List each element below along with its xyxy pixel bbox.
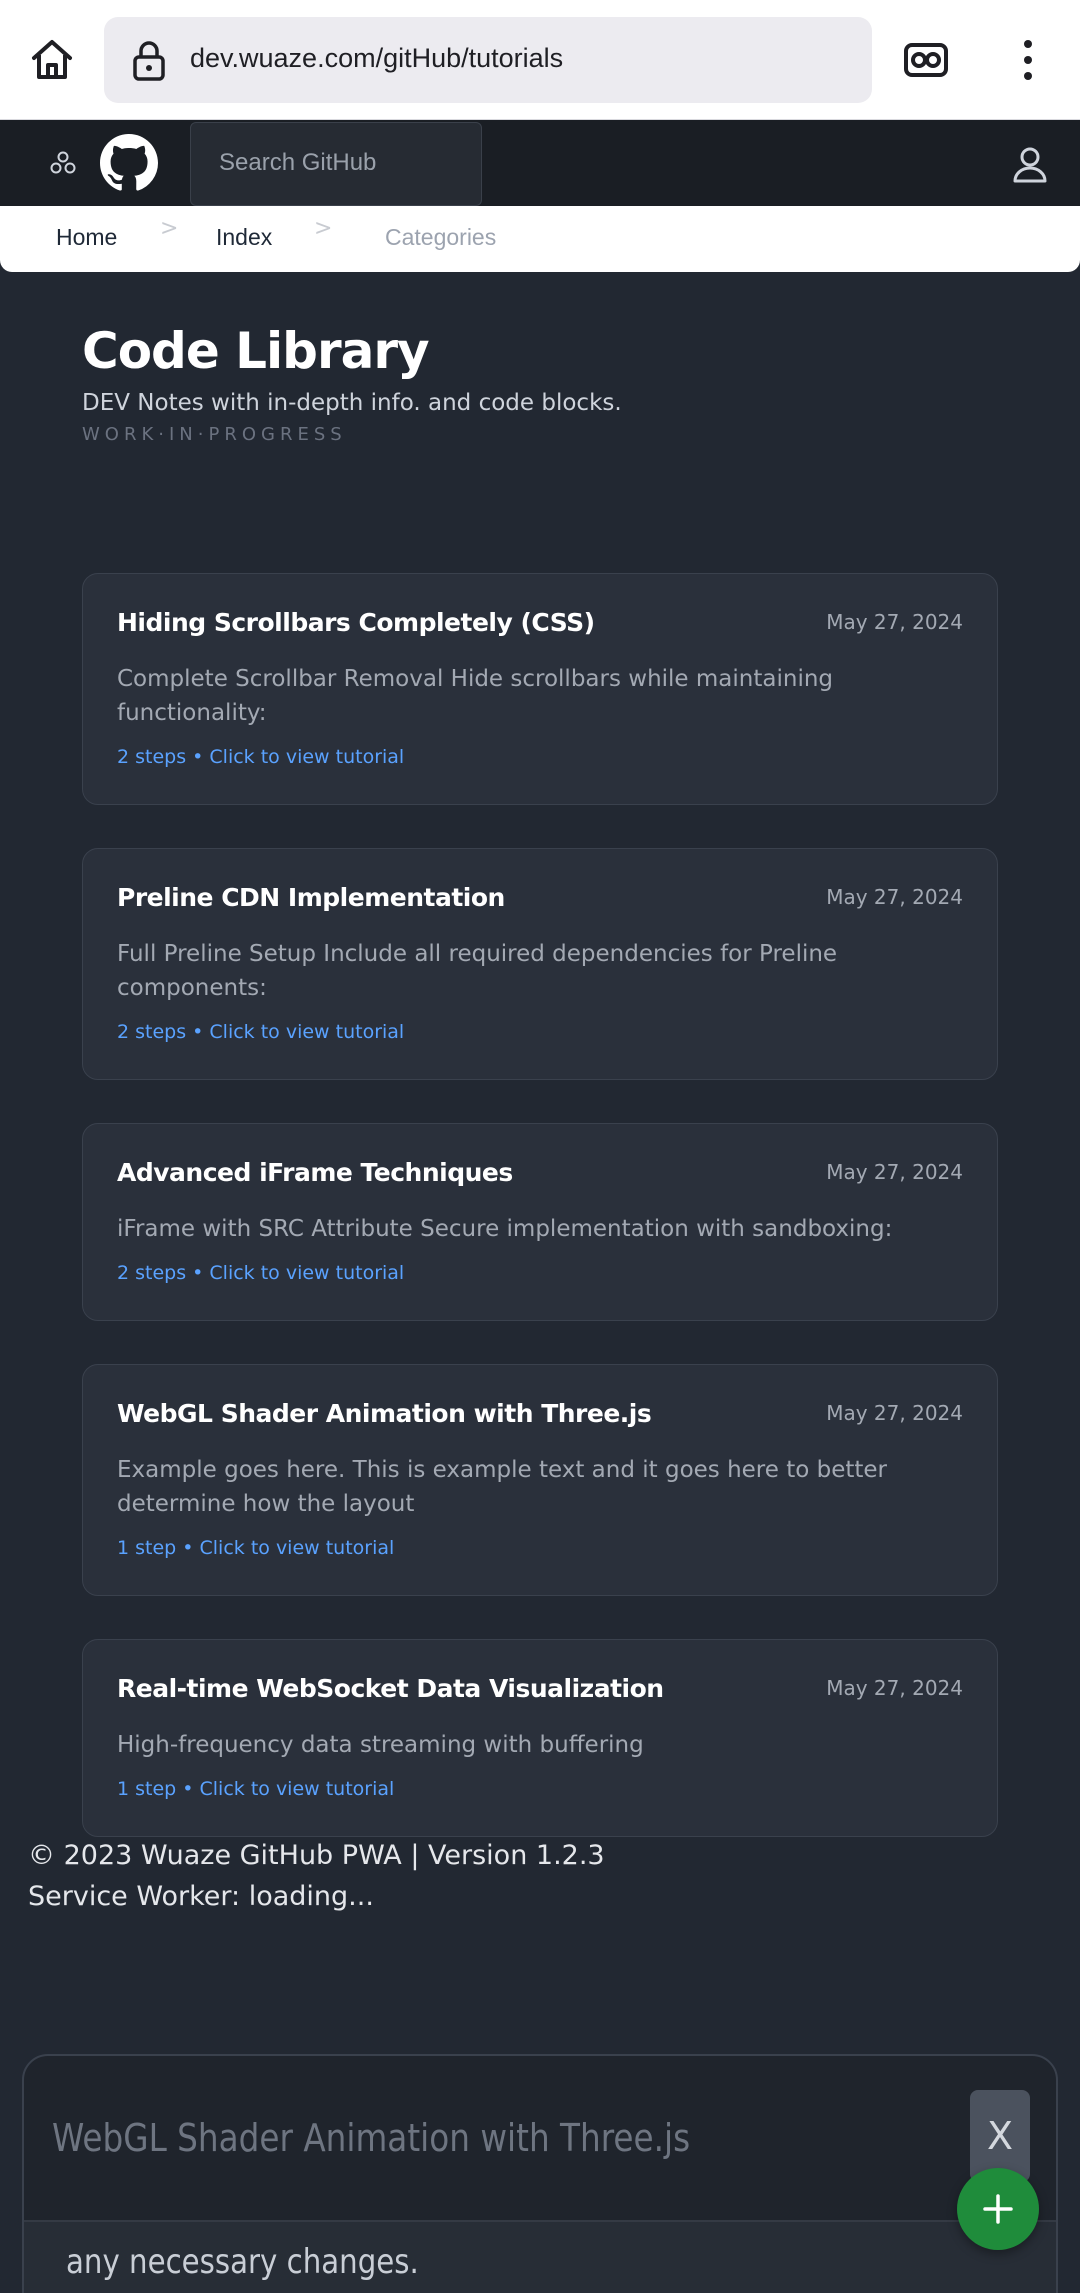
card-description: Complete Scrollbar Removal Hide scrollba… — [117, 666, 834, 726]
tutorial-card[interactable]: WebGL Shader Animation with Three.js May… — [82, 1364, 998, 1596]
card-description: iFrame with SRC Attribute Secure impleme… — [117, 1216, 893, 1242]
apps-icon[interactable] — [48, 148, 78, 178]
page-tagline: WORK·IN·PROGRESS — [82, 424, 347, 445]
plus-icon — [983, 2194, 1013, 2224]
card-date: May 27, 2024 — [826, 1676, 963, 1700]
card-date: May 27, 2024 — [826, 610, 963, 634]
more-vert-icon[interactable] — [1000, 30, 1056, 90]
breadcrumb-categories: Categories — [385, 224, 497, 250]
lock-icon[interactable] — [126, 37, 172, 83]
add-button[interactable] — [957, 2168, 1039, 2250]
breadcrumb-home[interactable]: Home — [56, 224, 117, 251]
tutorial-card[interactable]: Advanced iFrame Techniques May 27, 2024 … — [82, 1123, 998, 1321]
breadcrumb-separator: > — [160, 216, 179, 241]
breadcrumb-separator: > — [314, 216, 333, 241]
card-title: WebGL Shader Animation with Three.js — [117, 1399, 652, 1428]
card-title: Preline CDN Implementation — [117, 883, 505, 912]
site-header: Search GitHub — [0, 120, 1080, 206]
search-input[interactable]: Search GitHub — [190, 122, 482, 206]
search-placeholder: Search GitHub — [219, 149, 377, 176]
card-description: High-frequency data streaming with buffe… — [117, 1732, 644, 1758]
address-bar[interactable]: dev.wuaze.com/gitHub/tutorials — [104, 17, 872, 103]
sheet-divider — [24, 2220, 1056, 2222]
tutorial-bottom-sheet: WebGL Shader Animation with Three.js X a… — [22, 2054, 1058, 2293]
sheet-body-text: any necessary changes. — [66, 2242, 419, 2282]
card-description: Example goes here. This is example text … — [117, 1457, 888, 1517]
browser-toolbar: dev.wuaze.com/gitHub/tutorials — [0, 0, 1080, 120]
card-title: Advanced iFrame Techniques — [117, 1158, 513, 1187]
breadcrumb-index[interactable]: Index — [216, 224, 272, 251]
card-meta-link[interactable]: 2 steps • Click to view tutorial — [117, 746, 404, 768]
page-subtitle: DEV Notes with in-depth info. and code b… — [82, 390, 622, 416]
sheet-title: WebGL Shader Animation with Three.js — [52, 2116, 691, 2160]
card-description: Full Preline Setup Include all required … — [117, 941, 838, 1001]
tutorial-card[interactable]: Hiding Scrollbars Completely (CSS) May 2… — [82, 573, 998, 805]
card-date: May 27, 2024 — [826, 885, 963, 909]
card-date: May 27, 2024 — [826, 1401, 963, 1425]
card-title: Hiding Scrollbars Completely (CSS) — [117, 608, 595, 637]
card-meta-link[interactable]: 2 steps • Click to view tutorial — [117, 1262, 404, 1284]
tutorial-card[interactable]: Preline CDN Implementation May 27, 2024 … — [82, 848, 998, 1080]
breadcrumb: Home > Index > Categories — [0, 206, 1080, 272]
home-icon[interactable] — [22, 30, 82, 90]
tutorial-card[interactable]: Real-time WebSocket Data Visualization M… — [82, 1639, 998, 1837]
url-text[interactable]: dev.wuaze.com/gitHub/tutorials — [190, 43, 563, 74]
card-meta-link[interactable]: 1 step • Click to view tutorial — [117, 1778, 394, 1800]
card-title: Real-time WebSocket Data Visualization — [117, 1674, 664, 1703]
page-title: Code Library — [82, 322, 430, 380]
github-logo-icon[interactable] — [100, 134, 158, 192]
card-meta-link[interactable]: 1 step • Click to view tutorial — [117, 1537, 394, 1559]
card-date: May 27, 2024 — [826, 1160, 963, 1184]
card-meta-link[interactable]: 2 steps • Click to view tutorial — [117, 1021, 404, 1043]
footer-copyright: © 2023 Wuaze GitHub PWA | Version 1.2.3 — [28, 1840, 605, 1871]
vr-headset-icon[interactable] — [896, 30, 956, 90]
service-worker-status: Service Worker: loading... — [28, 1881, 374, 1912]
user-icon[interactable] — [1010, 144, 1050, 184]
